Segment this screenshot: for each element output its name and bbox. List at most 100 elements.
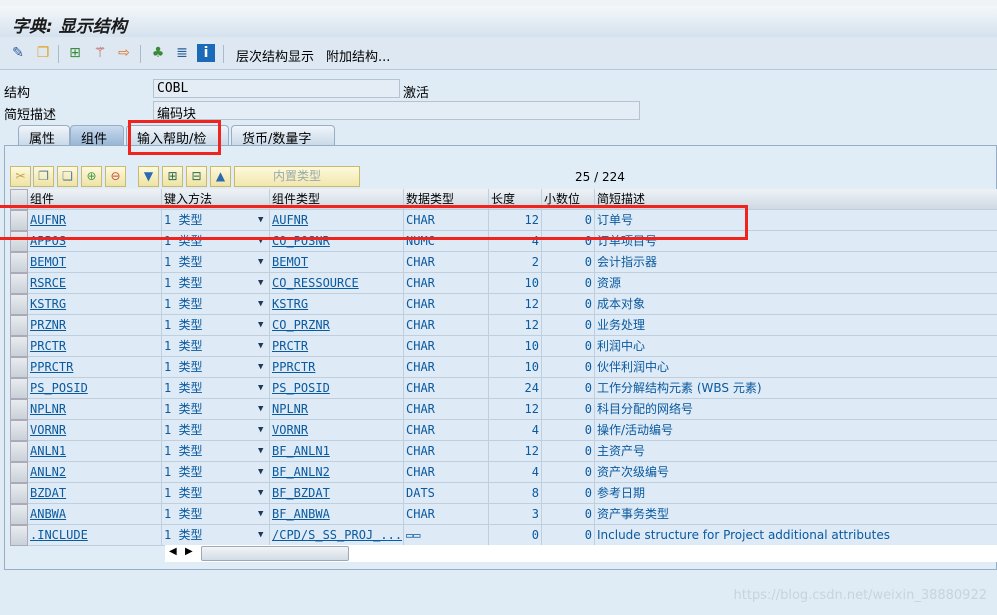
- row-selector[interactable]: [10, 315, 28, 336]
- hierarchy-display-button[interactable]: 层次结构显示: [236, 46, 314, 65]
- magic-wand-icon[interactable]: ⚚: [91, 44, 109, 62]
- info-icon[interactable]: i: [197, 44, 215, 62]
- structure-field[interactable]: COBL: [153, 79, 400, 98]
- component-link[interactable]: ANBWA: [30, 507, 66, 521]
- typing-method-select[interactable]: 1 类型 ▼: [162, 441, 270, 462]
- component-link[interactable]: PRCTR: [30, 339, 66, 353]
- component-type-link[interactable]: CO_PRZNR: [272, 318, 330, 332]
- horizontal-scrollbar[interactable]: ◀ ▶: [165, 545, 997, 562]
- row-selector[interactable]: [10, 294, 28, 315]
- chevron-down-icon[interactable]: ▼: [258, 483, 263, 503]
- typing-method-select[interactable]: 1 类型 ▼: [162, 273, 270, 294]
- component-type-link[interactable]: KSTRG: [272, 297, 308, 311]
- component-link[interactable]: ANLN2: [30, 465, 66, 479]
- component-type-link[interactable]: PS_POSID: [272, 381, 330, 395]
- expand-down-icon[interactable]: ▼: [138, 166, 159, 187]
- align-icon[interactable]: ≣: [173, 44, 191, 62]
- row-selector[interactable]: [10, 336, 28, 357]
- component-type-link[interactable]: /CPD/S_SS_PROJ_...: [272, 528, 402, 542]
- component-link[interactable]: PPRCTR: [30, 360, 73, 374]
- component-type-link[interactable]: BEMOT: [272, 255, 308, 269]
- tab-currency-quantity[interactable]: 货币/数量字段: [231, 125, 335, 166]
- chevron-down-icon[interactable]: ▼: [258, 420, 263, 440]
- row-selector[interactable]: [10, 273, 28, 294]
- component-type-link[interactable]: BF_ANBWA: [272, 507, 330, 521]
- component-type-link[interactable]: BF_ANLN1: [272, 444, 330, 458]
- component-link[interactable]: ANLN1: [30, 444, 66, 458]
- row-selector[interactable]: [10, 399, 28, 420]
- typing-method-select[interactable]: 1 类型 ▼: [162, 483, 270, 504]
- collapse-all-icon[interactable]: ⊟: [186, 166, 207, 187]
- typing-method-select[interactable]: 1 类型 ▼: [162, 399, 270, 420]
- chevron-down-icon[interactable]: ▼: [258, 336, 263, 356]
- chevron-down-icon[interactable]: ▼: [258, 441, 263, 461]
- chevron-down-icon[interactable]: ▼: [258, 315, 263, 335]
- chevron-down-icon[interactable]: ▼: [258, 357, 263, 377]
- component-type-link[interactable]: BF_BZDAT: [272, 486, 330, 500]
- chevron-down-icon[interactable]: ▼: [258, 504, 263, 524]
- chevron-down-icon[interactable]: ▼: [258, 294, 263, 314]
- component-type-link[interactable]: BF_ANLN2: [272, 465, 330, 479]
- where-used-icon[interactable]: ⊞: [66, 44, 84, 62]
- row-selector[interactable]: [10, 525, 28, 546]
- copy-icon[interactable]: ❐: [33, 166, 54, 187]
- component-link[interactable]: BEMOT: [30, 255, 66, 269]
- hierarchy-icon[interactable]: ♣: [149, 44, 167, 62]
- typing-method-select[interactable]: 1 类型 ▼: [162, 252, 270, 273]
- tab-attributes[interactable]: 属性: [18, 125, 70, 147]
- component-link[interactable]: BZDAT: [30, 486, 66, 500]
- transport-icon[interactable]: ⇨: [115, 44, 133, 62]
- row-selector[interactable]: [10, 378, 28, 399]
- typing-method-select[interactable]: 1 类型 ▼: [162, 378, 270, 399]
- chevron-down-icon[interactable]: ▼: [258, 273, 263, 293]
- chevron-down-icon[interactable]: ▼: [258, 399, 263, 419]
- component-type-link[interactable]: VORNR: [272, 423, 308, 437]
- typing-method-select[interactable]: 1 类型 ▼: [162, 357, 270, 378]
- component-type-link[interactable]: CO_RESSOURCE: [272, 276, 359, 290]
- component-link[interactable]: NPLNR: [30, 402, 66, 416]
- delete-row-icon[interactable]: ⊖: [105, 166, 126, 187]
- collapse-up-icon[interactable]: ▲: [210, 166, 231, 187]
- toggle-display-change-icon[interactable]: ❐: [34, 44, 52, 62]
- builtin-type-button[interactable]: 内置类型: [234, 166, 360, 187]
- row-selector[interactable]: [10, 462, 28, 483]
- insert-row-icon[interactable]: ⊕: [81, 166, 102, 187]
- short-desc-field[interactable]: 编码块: [153, 101, 640, 122]
- row-selector[interactable]: [10, 483, 28, 504]
- component-link[interactable]: RSRCE: [30, 276, 66, 290]
- component-link[interactable]: VORNR: [30, 423, 66, 437]
- component-type-link[interactable]: PPRCTR: [272, 360, 315, 374]
- typing-method-select[interactable]: 1 类型 ▼: [162, 525, 270, 546]
- glasses-pencil-icon[interactable]: ✎: [9, 44, 27, 62]
- row-selector[interactable]: [10, 252, 28, 273]
- chevron-down-icon[interactable]: ▼: [258, 462, 263, 482]
- cut-icon[interactable]: ✂: [10, 166, 31, 187]
- chevron-down-icon[interactable]: ▼: [258, 378, 263, 398]
- row-selector[interactable]: [10, 504, 28, 525]
- tab-components[interactable]: 组件: [70, 125, 124, 147]
- chevron-down-icon[interactable]: ▼: [258, 252, 263, 272]
- chevron-down-icon[interactable]: ▼: [258, 525, 263, 545]
- component-type-link[interactable]: PRCTR: [272, 339, 308, 353]
- scroll-thumb[interactable]: [201, 546, 349, 561]
- component-link[interactable]: KSTRG: [30, 297, 66, 311]
- component-link[interactable]: PS_POSID: [30, 381, 88, 395]
- expand-all-icon[interactable]: ⊞: [162, 166, 183, 187]
- typing-method-select[interactable]: 1 类型 ▼: [162, 420, 270, 441]
- component-link[interactable]: PRZNR: [30, 318, 66, 332]
- typing-method-select[interactable]: 1 类型 ▼: [162, 336, 270, 357]
- paste-icon[interactable]: ❏: [57, 166, 78, 187]
- row-selector[interactable]: [10, 357, 28, 378]
- append-structure-button[interactable]: 附加结构...: [326, 46, 390, 65]
- typing-method-select[interactable]: 1 类型 ▼: [162, 315, 270, 336]
- row-selector[interactable]: [10, 441, 28, 462]
- typing-method-select[interactable]: 1 类型 ▼: [162, 504, 270, 525]
- typing-method-select[interactable]: 1 类型 ▼: [162, 294, 270, 315]
- scroll-right-icon[interactable]: ▶: [185, 546, 193, 557]
- typing-method-select[interactable]: 1 类型 ▼: [162, 462, 270, 483]
- component-type-link[interactable]: NPLNR: [272, 402, 308, 416]
- component-link[interactable]: .INCLUDE: [30, 528, 88, 542]
- scroll-left-icon[interactable]: ◀: [169, 546, 177, 557]
- row-selector[interactable]: [10, 420, 28, 441]
- short-description: 资产事务类型: [597, 507, 670, 521]
